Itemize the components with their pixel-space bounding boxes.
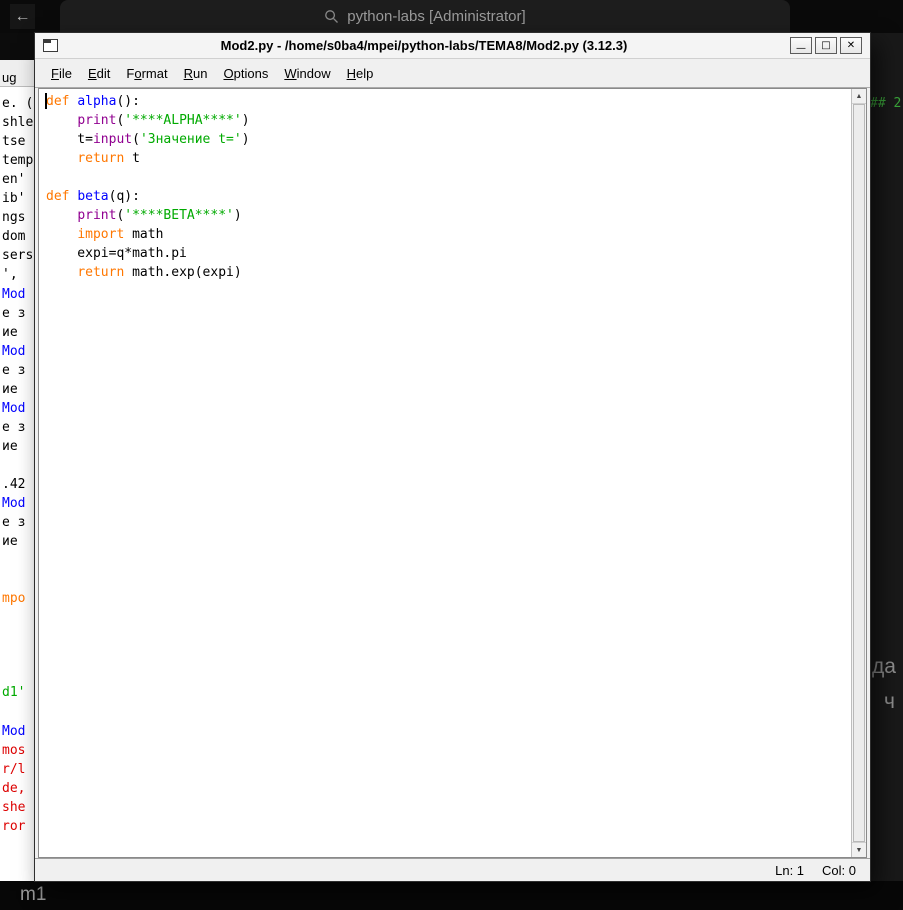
background-text-fragment: de, bbox=[2, 781, 25, 796]
code-line: def alpha(): bbox=[46, 92, 844, 111]
minimize-button[interactable]: — bbox=[790, 37, 812, 54]
menu-file[interactable]: File bbox=[43, 62, 80, 85]
background-text-fragment: ngs bbox=[2, 210, 25, 225]
background-text-fragment: en' bbox=[2, 172, 25, 187]
vertical-scrollbar[interactable]: ▲ ▼ bbox=[851, 89, 866, 857]
background-text-fragment: ие bbox=[2, 439, 18, 454]
background-text-fragment: dom bbox=[2, 229, 25, 244]
background-text-fragment: ч bbox=[884, 690, 895, 714]
scrollbar-thumb[interactable] bbox=[853, 104, 865, 842]
background-text-fragment: ие bbox=[2, 382, 18, 397]
close-icon: ✕ bbox=[847, 40, 855, 51]
background-text-fragment: ug bbox=[2, 70, 16, 85]
menu-edit[interactable]: Edit bbox=[80, 62, 118, 85]
menu-help[interactable]: Help bbox=[339, 62, 382, 85]
background-text-fragment: е з bbox=[2, 363, 25, 378]
background-text-fragment: tse bbox=[2, 134, 25, 149]
background-text-fragment: sers bbox=[2, 248, 33, 263]
idle-editor-window: Mod2.py - /home/s0ba4/mpei/python-labs/T… bbox=[35, 33, 870, 881]
maximize-button[interactable]: □ bbox=[815, 37, 837, 54]
background-text-fragment: Mod bbox=[2, 724, 25, 739]
background-text-fragment: ие bbox=[2, 325, 18, 340]
terminal-titlebar: ← python-labs [Administrator] bbox=[0, 0, 903, 33]
window-titlebar[interactable]: Mod2.py - /home/s0ba4/mpei/python-labs/T… bbox=[35, 33, 870, 59]
background-text-fragment: ие bbox=[2, 534, 18, 549]
code-line: return t bbox=[46, 149, 844, 168]
background-text-fragment: mpo bbox=[2, 591, 25, 606]
background-text-fragment: Mod bbox=[2, 287, 25, 302]
background-text-fragment: ib' bbox=[2, 191, 25, 206]
background-text-fragment: temp bbox=[2, 153, 33, 168]
background-text-fragment: ', bbox=[2, 267, 18, 282]
text-cursor bbox=[45, 93, 47, 109]
background-text-fragment: Mod bbox=[2, 401, 25, 416]
code-line bbox=[46, 168, 844, 187]
desktop: ← python-labs [Administrator] ## 2дачm1 … bbox=[0, 0, 903, 910]
code-line: return math.exp(expi) bbox=[46, 263, 844, 282]
background-text-fragment: ## 2 bbox=[870, 96, 901, 111]
menu-window[interactable]: Window bbox=[276, 62, 338, 85]
terminal-tab[interactable]: python-labs [Administrator] bbox=[60, 0, 790, 33]
code-line: import math bbox=[46, 225, 844, 244]
background-text-fragment: е з bbox=[2, 515, 25, 530]
close-button[interactable]: ✕ bbox=[840, 37, 862, 54]
search-icon bbox=[324, 9, 339, 24]
scroll-down-arrow-icon[interactable]: ▼ bbox=[852, 842, 866, 857]
menu-bar: FileEditFormatRunOptionsWindowHelp bbox=[35, 59, 870, 88]
background-panel bbox=[868, 33, 903, 881]
background-text-fragment: mos bbox=[2, 743, 25, 758]
status-col: Col: 0 bbox=[822, 863, 856, 878]
code-line: def beta(q): bbox=[46, 187, 844, 206]
status-line: Ln: 1 bbox=[775, 863, 804, 878]
code-line: t=input('Значение t=') bbox=[46, 130, 844, 149]
background-window-text: ug e. ( shle tse temp en' ib' ngs dom sers ', Mod е … bbox=[0, 0, 35, 910]
code-area[interactable]: def alpha(): print('****ALPHA****') t=in… bbox=[39, 89, 866, 285]
background-text-fragment: е з bbox=[2, 306, 25, 321]
code-line: print('****BETA****') bbox=[46, 206, 844, 225]
background-text-fragment: d1' bbox=[2, 685, 25, 700]
window-icon bbox=[43, 39, 58, 52]
background-text-fragment: е з bbox=[2, 420, 25, 435]
minimize-icon: — bbox=[796, 43, 806, 54]
maximize-icon: □ bbox=[821, 40, 830, 51]
background-text-fragment: e. ( bbox=[2, 96, 33, 111]
window-title: Mod2.py - /home/s0ba4/mpei/python-labs/T… bbox=[58, 38, 790, 53]
background-text-fragment: shle bbox=[2, 115, 33, 130]
code-line: expi=q*math.pi bbox=[46, 244, 844, 263]
background-text-fragment: r/l bbox=[2, 762, 25, 777]
background-text-fragment: Mod bbox=[2, 344, 25, 359]
background-text-fragment: Mod bbox=[2, 496, 25, 511]
window-controls: — □ ✕ bbox=[790, 37, 862, 54]
background-text-fragment: да bbox=[872, 655, 896, 679]
code-line: print('****ALPHA****') bbox=[46, 111, 844, 130]
menu-format[interactable]: Format bbox=[118, 62, 175, 85]
background-text-fragment: she bbox=[2, 800, 25, 815]
menu-options[interactable]: Options bbox=[215, 62, 276, 85]
editor-area[interactable]: def alpha(): print('****ALPHA****') t=in… bbox=[38, 88, 867, 858]
background-text-fragment: .42 bbox=[2, 477, 25, 492]
background-bottom bbox=[0, 881, 903, 910]
background-text-fragment: ror bbox=[2, 819, 25, 834]
menu-run[interactable]: Run bbox=[176, 62, 216, 85]
terminal-tab-title: python-labs [Administrator] bbox=[347, 8, 525, 25]
status-bar: Ln: 1 Col: 0 bbox=[35, 858, 870, 881]
scroll-up-arrow-icon[interactable]: ▲ bbox=[852, 89, 866, 104]
